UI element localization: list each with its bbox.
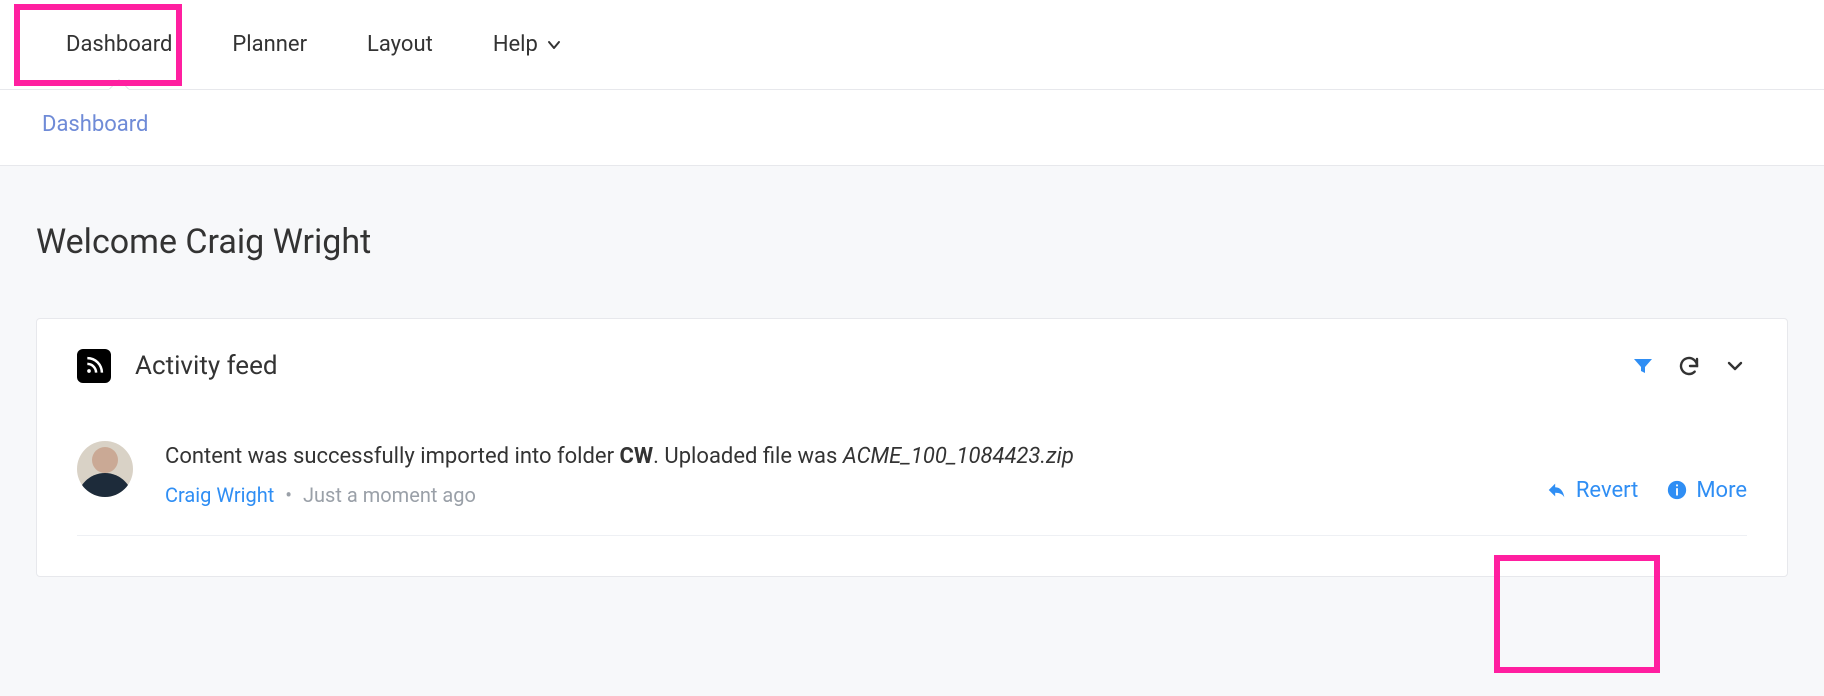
- activity-feed-card: Activity feed: [36, 318, 1788, 577]
- filter-icon[interactable]: [1631, 354, 1655, 378]
- feed-msg-folder: CW: [620, 444, 654, 469]
- tab-planner-label: Planner: [232, 32, 307, 57]
- activity-feed-tools: [1631, 354, 1747, 378]
- tab-help-label: Help: [493, 32, 538, 57]
- chevron-down-icon[interactable]: [1723, 354, 1747, 378]
- info-icon: [1666, 479, 1688, 501]
- tab-help[interactable]: Help: [463, 0, 592, 89]
- refresh-icon[interactable]: [1677, 354, 1701, 378]
- feed-item-author[interactable]: Craig Wright: [165, 483, 274, 507]
- feed-item-message: Content was successfully imported into f…: [165, 441, 1546, 473]
- feed-item-actions: Revert More: [1546, 478, 1747, 507]
- feed-msg-prefix: Content was successfully imported into f…: [165, 444, 620, 469]
- tab-layout[interactable]: Layout: [337, 0, 463, 89]
- feed-msg-filename: ACME_100_1084423.zip: [843, 444, 1074, 469]
- rss-icon: [77, 349, 111, 383]
- chevron-down-icon: [546, 37, 562, 53]
- activity-feed-body: Content was successfully imported into f…: [37, 413, 1787, 576]
- reply-icon: [1546, 479, 1568, 501]
- avatar: [77, 441, 133, 497]
- main-content: Welcome Craig Wright Activity feed: [0, 166, 1824, 577]
- welcome-heading: Welcome Craig Wright: [36, 222, 1788, 262]
- tab-dashboard[interactable]: Dashboard: [36, 0, 202, 89]
- tab-planner[interactable]: Planner: [202, 0, 337, 89]
- feed-item-timestamp: Just a moment ago: [303, 483, 476, 507]
- more-button[interactable]: More: [1666, 478, 1747, 503]
- tab-dashboard-label: Dashboard: [66, 32, 172, 57]
- tab-layout-label: Layout: [367, 32, 433, 57]
- activity-feed-title: Activity feed: [135, 351, 1631, 381]
- feed-item-meta: Craig Wright • Just a moment ago: [165, 483, 1546, 507]
- activity-feed-header: Activity feed: [37, 319, 1787, 413]
- feed-item: Content was successfully imported into f…: [77, 413, 1747, 536]
- meta-separator: •: [285, 483, 292, 507]
- revert-button[interactable]: Revert: [1546, 478, 1638, 503]
- revert-label: Revert: [1576, 478, 1638, 503]
- more-label: More: [1696, 478, 1747, 503]
- breadcrumb-current[interactable]: Dashboard: [42, 112, 148, 137]
- top-nav: Dashboard Planner Layout Help: [0, 0, 1824, 90]
- feed-msg-middle: . Uploaded file was: [653, 444, 843, 469]
- breadcrumb-bar: Dashboard: [0, 90, 1824, 166]
- feed-item-content: Content was successfully imported into f…: [165, 441, 1546, 507]
